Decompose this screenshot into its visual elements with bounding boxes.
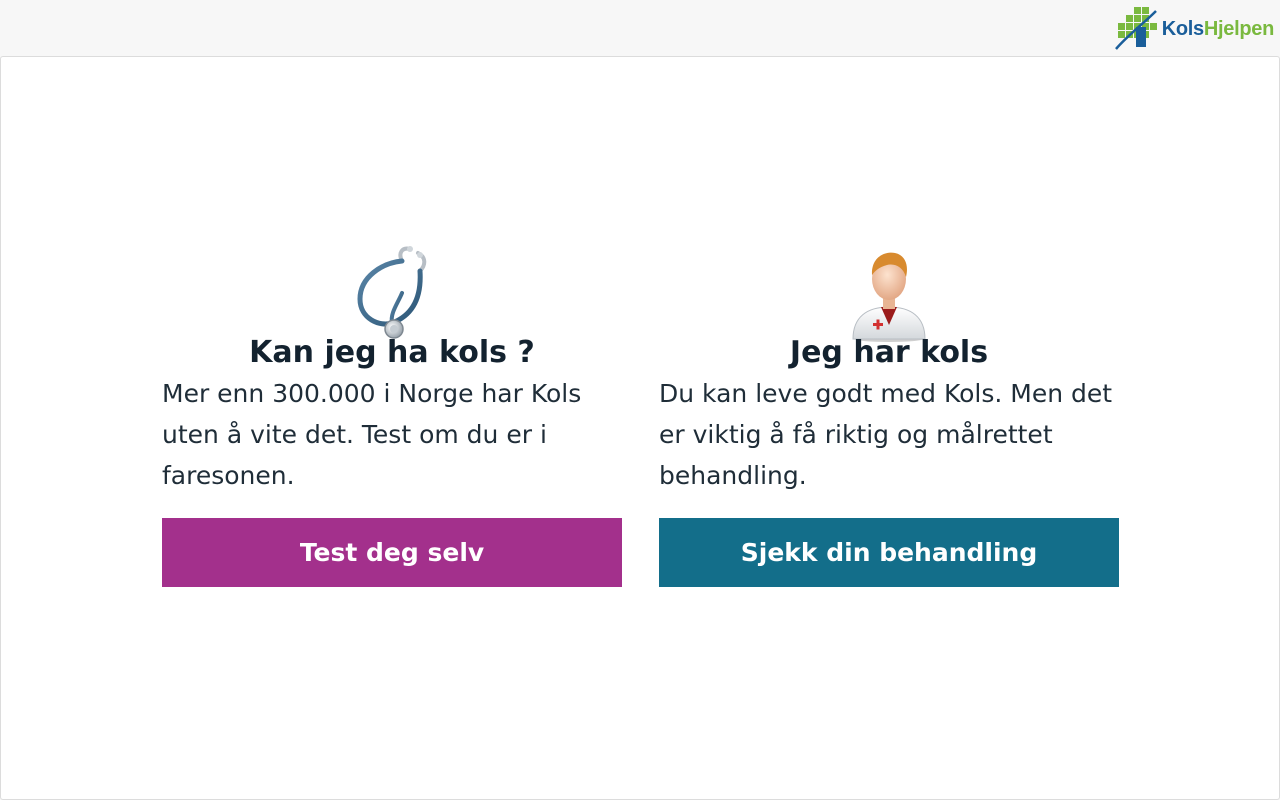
check-treatment-button[interactable]: Sjekk din behandling bbox=[659, 518, 1119, 587]
green-cross-grid-logo-icon bbox=[1114, 7, 1157, 50]
logo-text-kols: Kols bbox=[1161, 17, 1204, 40]
card-description: Du kan leve godt med Kols. Men det er vi… bbox=[659, 379, 1113, 490]
card-description: Mer enn 300.000 i Norge har Kols uten å … bbox=[162, 379, 582, 490]
top-bar: KolsHjelpen bbox=[0, 0, 1280, 56]
card-i-have-copd: Jeg har kols Du kan leve godt med Kols. … bbox=[659, 243, 1119, 587]
card-can-i-have-copd: Kan jeg ha kols ? Mer enn 300.000 i Norg… bbox=[162, 243, 622, 587]
card-title: Jeg har kols bbox=[789, 335, 989, 370]
test-yourself-button[interactable]: Test deg selv bbox=[162, 518, 622, 587]
logo-text-hjelpen: Hjelpen bbox=[1203, 17, 1274, 40]
kolshjelpen-logo[interactable]: KolsHjelpen bbox=[1114, 4, 1274, 52]
card-title: Kan jeg ha kols ? bbox=[249, 335, 535, 370]
main-panel: Kan jeg ha kols ? Mer enn 300.000 i Norg… bbox=[0, 56, 1280, 800]
stethoscope-icon bbox=[357, 246, 427, 339]
doctor-icon bbox=[852, 252, 926, 342]
